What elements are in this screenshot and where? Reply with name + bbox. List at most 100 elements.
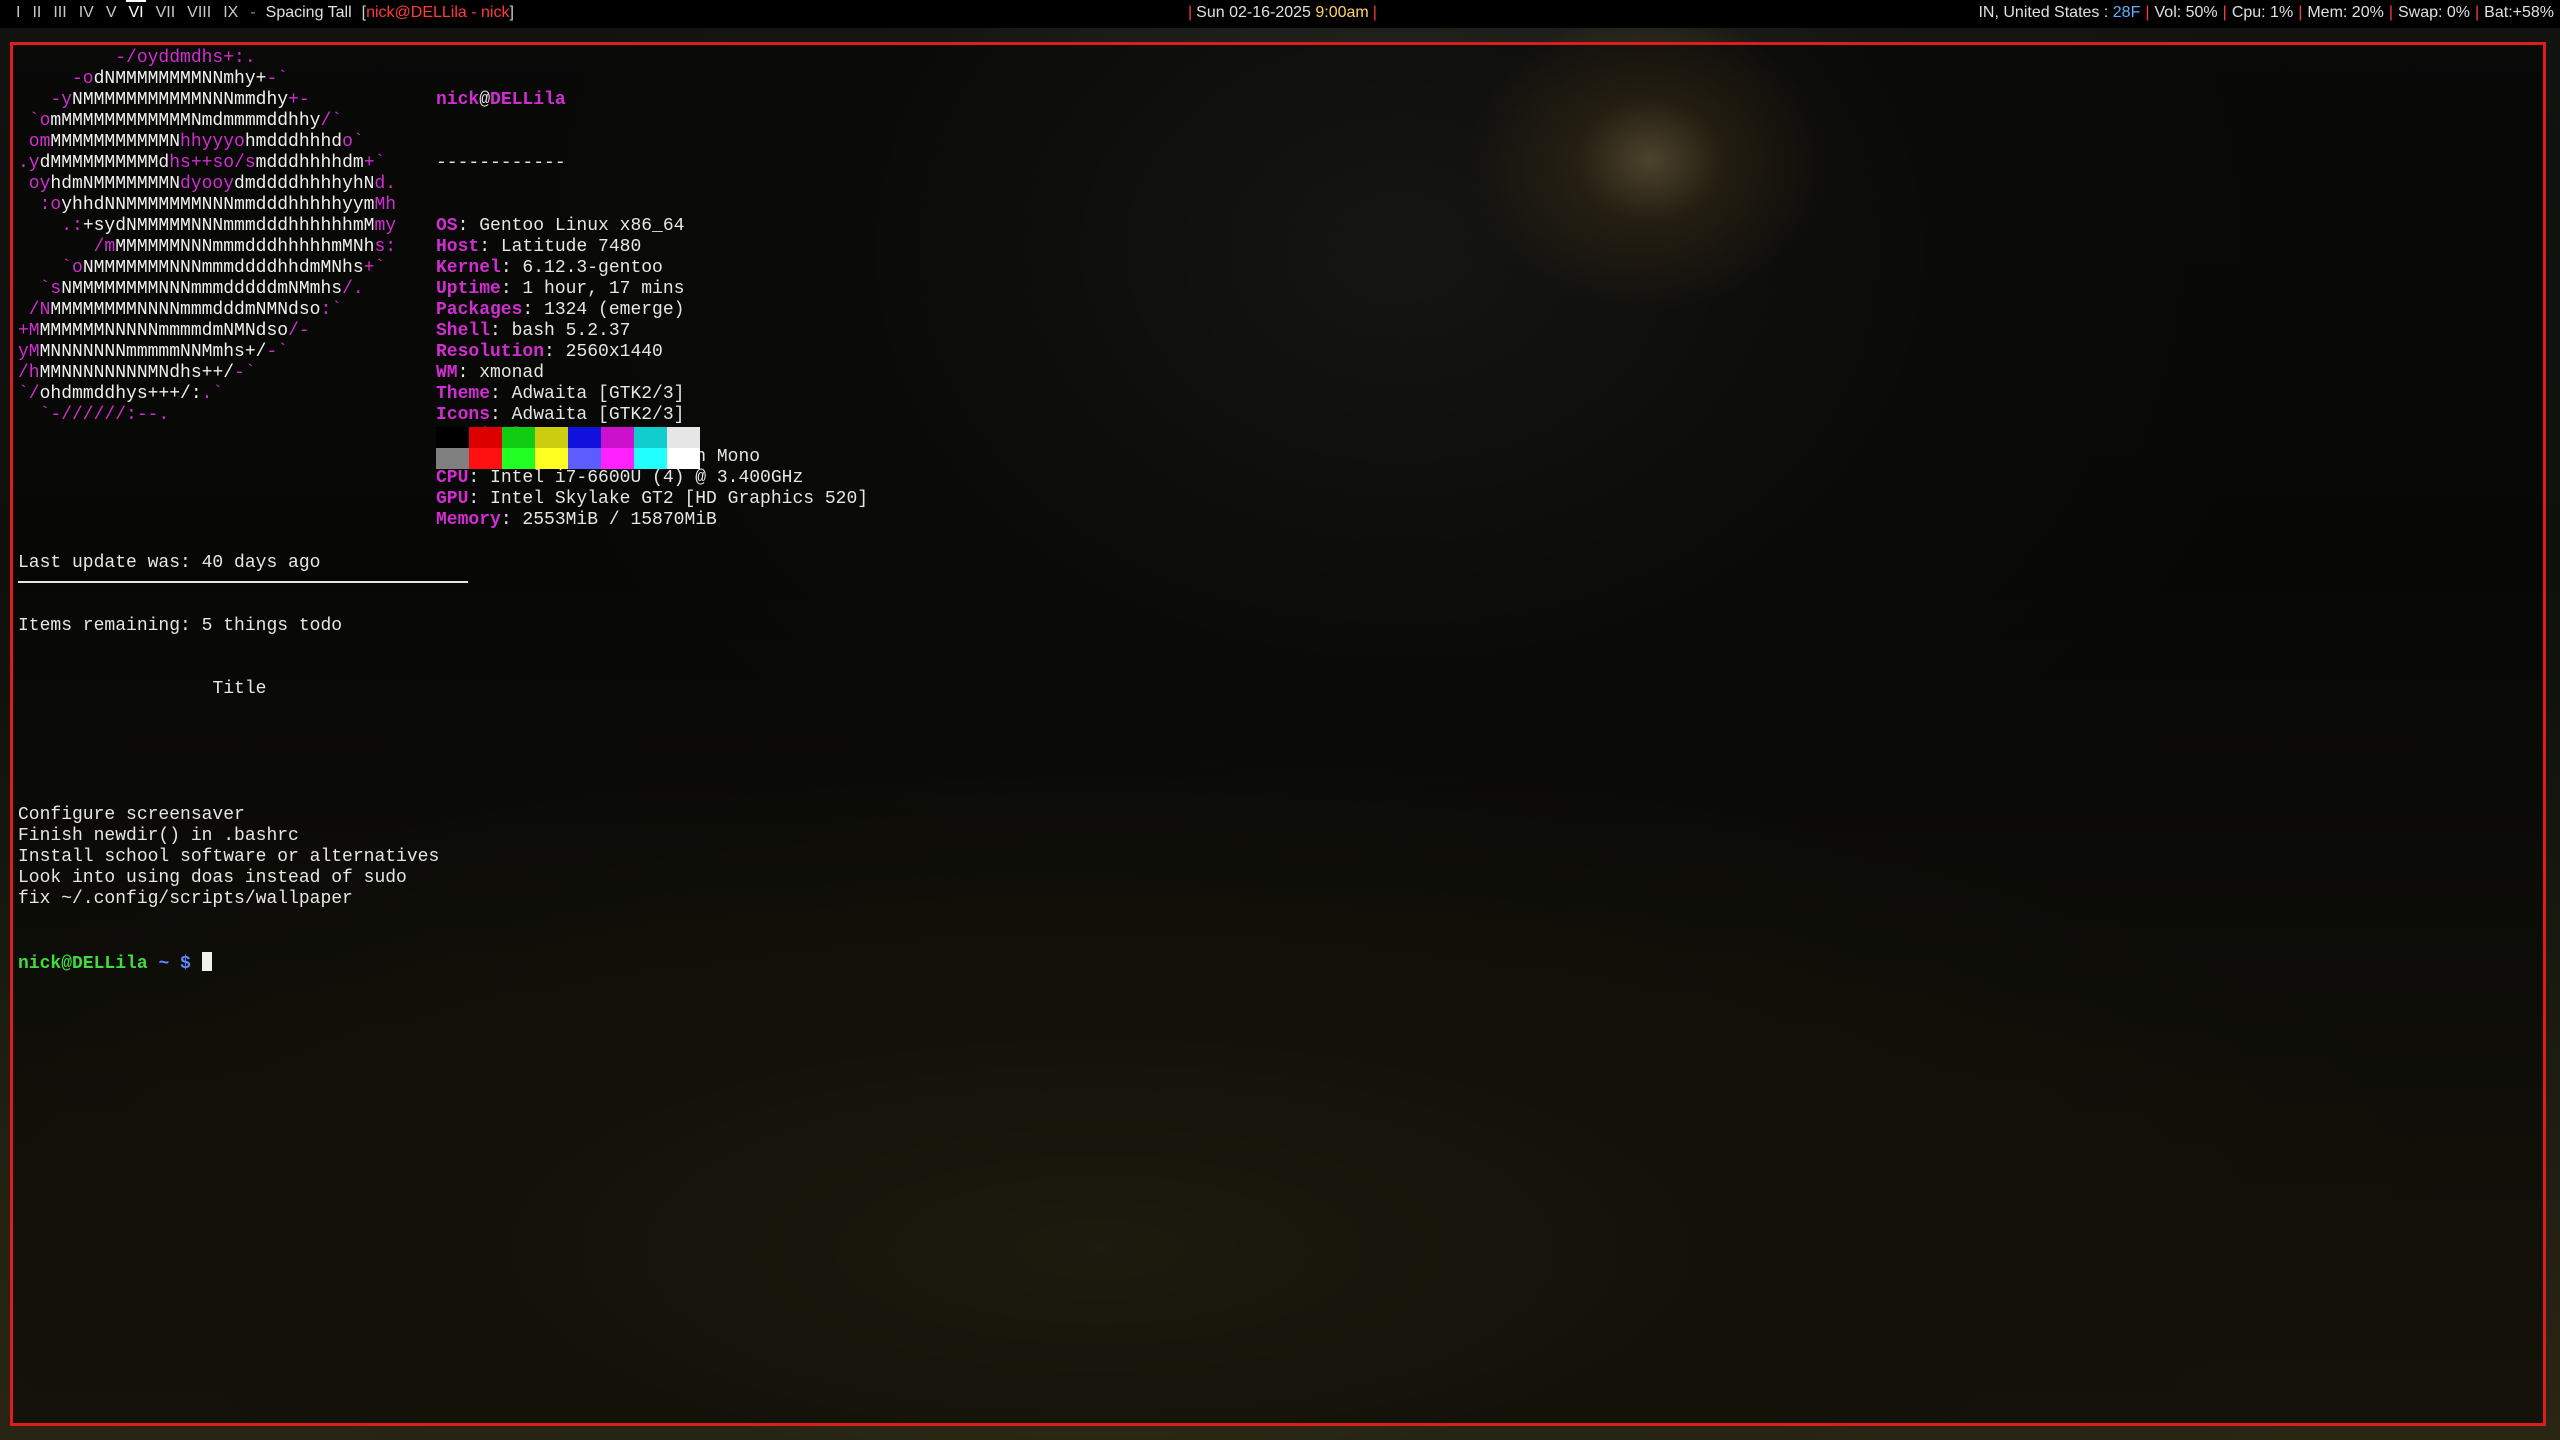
logo-segment: `-//////:--.: [18, 405, 170, 425]
logo-line: /NMMMMMMMMNNNNmmmdddmNMNdso:`: [18, 300, 396, 321]
logo-segment: oy: [18, 174, 51, 194]
clock: | Sun 02-16-2025 9:00am |: [1184, 4, 1381, 22]
divider: |: [2222, 4, 2227, 21]
palette-swatch: [535, 427, 568, 448]
logo-segment: dMMMMMMMMMMd: [39, 153, 170, 173]
workspace-8[interactable]: VIII: [181, 4, 217, 22]
info-row: Resolution: 2560x1440: [436, 342, 868, 363]
logo-segment: dyooy: [180, 174, 235, 194]
info-colon: :: [457, 363, 480, 383]
info-value: bash 5.2.37: [511, 321, 631, 341]
logo-line: `sNMMMMMMMMNNNmmmdddddmNMmhs/.: [18, 279, 396, 300]
info-key: Kernel: [436, 258, 501, 278]
logo-line: `/ohdmmddhys+++/:.`: [18, 384, 396, 405]
workspace-2[interactable]: II: [26, 4, 47, 22]
logo-segment: -y: [18, 90, 73, 110]
info-colon: :: [490, 321, 512, 341]
divider: |: [1188, 4, 1193, 21]
logo-segment: NMMMMMMMMMMMNNNmmdhy: [72, 90, 289, 110]
info-key: Memory: [436, 510, 501, 530]
todo-item: fix ~/.config/scripts/wallpaper: [18, 889, 353, 909]
text-cursor: [201, 952, 212, 971]
info-key: Shell: [436, 321, 491, 341]
palette-swatch: [568, 448, 601, 469]
divider: -: [250, 4, 256, 21]
info-value: Intel Skylake GT2 [HD Graphics 520]: [490, 489, 869, 509]
info-row: OS: Gentoo Linux x86_64: [436, 216, 868, 237]
logo-segment: `s: [18, 279, 62, 299]
info-row: Kernel: 6.12.3-gentoo: [436, 258, 868, 279]
divider: |: [2388, 4, 2393, 21]
logo-segment: .:: [18, 216, 83, 236]
info-key: Uptime: [436, 279, 501, 299]
mem-stat: Mem: 20%: [2307, 4, 2384, 21]
logo-segment: MMMMMMMMMMMN: [50, 132, 181, 152]
volume-stat[interactable]: Vol: 50%: [2155, 4, 2218, 21]
logo-segment: +`: [363, 153, 386, 173]
palette-swatch: [469, 427, 502, 448]
logo-segment: o`: [342, 132, 364, 152]
logo-segment: Mh: [374, 195, 397, 215]
info-row: WM: xmonad: [436, 363, 868, 384]
info-row: GPU: Intel Skylake GT2 [HD Graphics 520]: [436, 489, 868, 510]
logo-segment: +sydNMMMMMNNNmmmdddhhhhhhmM: [82, 216, 375, 236]
workspace-1[interactable]: I: [10, 4, 26, 22]
todo-section: Last update was: 40 days ago Items remai…: [18, 511, 439, 1017]
todo-list: Configure screensaver Finish newdir() in …: [18, 805, 439, 910]
logo-segment: om: [18, 132, 51, 152]
terminal-window[interactable]: -/oyddmdhs+:. -odNMMMMMMMMNNmhy+-` -yNMM…: [10, 42, 2546, 1426]
logo-segment: d.: [374, 174, 397, 194]
palette-swatch: [502, 448, 535, 469]
workspace-7[interactable]: VII: [150, 4, 182, 22]
logo-segment: hs++so/s: [169, 153, 256, 173]
rule-spacer: [18, 742, 439, 763]
todo-item: Finish newdir() in .bashrc: [18, 826, 299, 846]
workspace-5[interactable]: V: [100, 4, 123, 22]
logo-line: `oNMMMMMMMNNNmmmddddhhdmMNhs+`: [18, 258, 396, 279]
logo-segment: /-: [288, 321, 310, 341]
info-value: 6.12.3-gentoo: [522, 258, 663, 278]
logo-segment: +M: [18, 321, 40, 341]
info-value: Adwaita [GTK2/3]: [511, 405, 685, 425]
logo-segment: NMMMMMMMNNNmmmddddhhdmMNhs: [82, 258, 364, 278]
weather-temperature: 28F: [2112, 4, 2141, 21]
info-row: Theme: Adwaita [GTK2/3]: [436, 384, 868, 405]
workspace-3[interactable]: III: [47, 4, 72, 22]
info-key: GPU: [436, 489, 469, 509]
logo-segment: -o: [18, 69, 94, 89]
info-key: OS: [436, 216, 458, 236]
info-value: Gentoo Linux x86_64: [479, 216, 685, 236]
logo-segment: `o: [18, 111, 51, 131]
todo-header-rule: [18, 581, 468, 583]
logo-segment: yhhdNNMMMMMMMNNNmmdddhhhhhyym: [61, 195, 375, 215]
logo-segment: /h: [18, 363, 40, 383]
logo-line: oyhdmNMMMMMMMNdyooydmddddhhhhyhNd.: [18, 174, 396, 195]
workspace-6[interactable]: VI: [122, 0, 149, 22]
palette-swatch: [535, 448, 568, 469]
prompt-user: nick@DELLila: [18, 954, 148, 974]
logo-segment: .y: [18, 153, 40, 173]
logo-segment: +`: [363, 258, 386, 278]
info-row: Icons: Adwaita [GTK2/3]: [436, 405, 868, 426]
logo-segment: NMMMMMMMMNNNmmmdddddmNMmhs: [61, 279, 343, 299]
workspace-4[interactable]: IV: [73, 4, 100, 22]
logo-line: `-//////:--.: [18, 405, 396, 426]
layout-name[interactable]: Spacing Tall: [262, 4, 362, 22]
logo-line: +MMMMMMMNNNNNmmmmdmNMNdso/-: [18, 321, 396, 342]
shell-prompt[interactable]: nick@DELLila ~ $: [18, 952, 439, 975]
info-colon: :: [457, 216, 480, 236]
logo-segment: MNNNNNNNmmmmmNNMmhs+/: [39, 342, 267, 362]
palette-swatch: [634, 427, 667, 448]
logo-line: .ydMMMMMMMMMMdhs++so/smdddhhhhdm+`: [18, 153, 396, 174]
logo-line: :oyhhdNNMMMMMMMNNNmmdddhhhhhyymMh: [18, 195, 397, 216]
todo-header: Title: [18, 679, 439, 700]
workspace-9[interactable]: IX: [217, 4, 244, 22]
logo-segment: -`: [234, 363, 256, 383]
user-host-line: nick@DELLila: [436, 90, 868, 111]
logo-segment: /.: [342, 279, 364, 299]
prompt-dir: ~ $: [158, 954, 191, 974]
logo-segment: ohdmmddhys+++/:: [39, 384, 202, 404]
info-rows: OS: Gentoo Linux x86_64 Host: Latitude 74…: [436, 216, 868, 531]
info-host: DELLila: [490, 90, 566, 110]
palette-swatch: [634, 448, 667, 469]
